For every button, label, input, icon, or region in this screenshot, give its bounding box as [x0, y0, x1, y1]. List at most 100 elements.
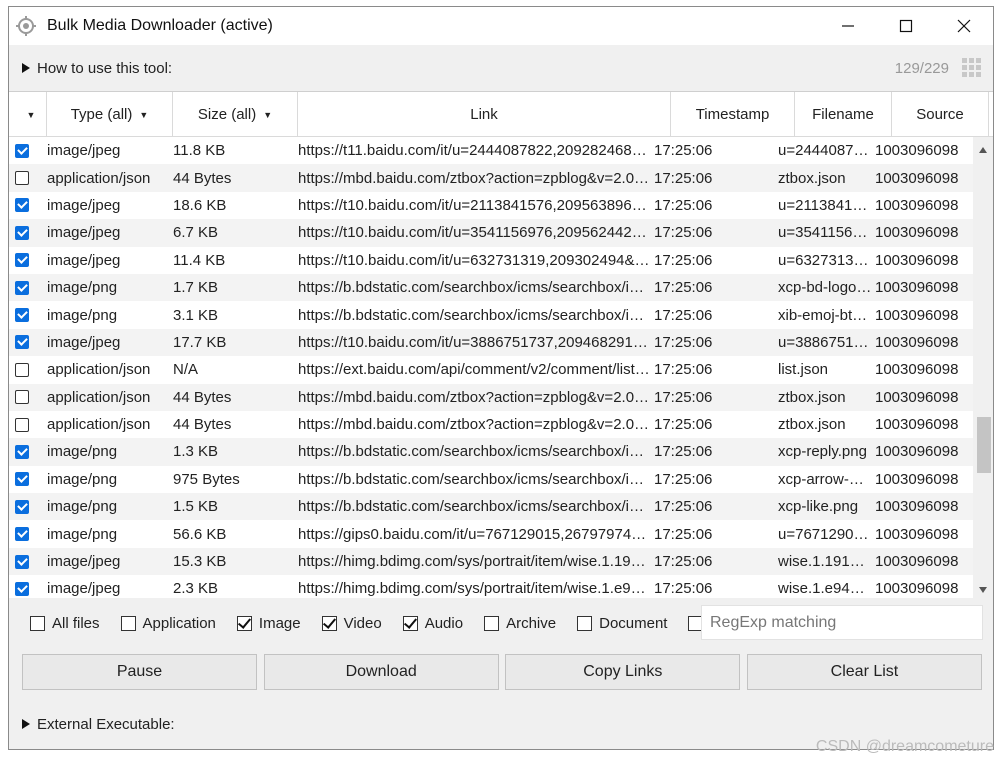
- row-checkbox[interactable]: [15, 417, 29, 432]
- column-header-type[interactable]: Type (all) ▼: [47, 92, 173, 137]
- row-checkbox-cell: [9, 417, 47, 432]
- title-bar[interactable]: Bulk Media Downloader (active): [9, 7, 993, 45]
- filter-checkbox[interactable]: [577, 615, 593, 631]
- cell-file: wise.1.191…: [778, 553, 865, 571]
- filter-all-files[interactable]: All files: [30, 615, 100, 632]
- scroll-down-icon[interactable]: [979, 587, 987, 593]
- column-header-select[interactable]: ▼: [9, 92, 47, 137]
- cell-source: 1003096098: [875, 251, 959, 269]
- column-header-label: Size (all): [197, 106, 257, 123]
- filter-checkbox[interactable]: [321, 615, 337, 631]
- filter-checkbox[interactable]: [484, 615, 500, 631]
- table-row[interactable]: image/jpeg 6.7 KB https://t10.baidu.com/it…: [9, 219, 973, 247]
- table-row[interactable]: image/png 1.5 KB https://b.bdstatic.com/se…: [9, 493, 973, 521]
- cell-file: xcp-like.png: [778, 498, 859, 516]
- pause-button[interactable]: Pause: [22, 654, 257, 690]
- column-header-source[interactable]: Source: [892, 92, 989, 137]
- row-checkbox[interactable]: [15, 581, 29, 596]
- scroll-thumb[interactable]: [977, 417, 991, 473]
- cell-time: 17:25:06: [654, 279, 713, 297]
- cell-file: u=2444087…: [778, 142, 869, 160]
- table-row[interactable]: application/json 44 Bytes https://mbd.baid…: [9, 164, 973, 192]
- filter-label: Archive: [506, 614, 557, 632]
- cell-type: application/json: [47, 388, 151, 406]
- cell-time: 17:25:06: [654, 251, 713, 269]
- table-row[interactable]: image/png 1.7 KB https://b.bdstatic.com/se…: [9, 273, 973, 302]
- type-filters: All files Application Image Video Audio Archi…: [9, 604, 993, 642]
- table-row[interactable]: image/jpeg 15.3 KB https://himg.bdimg.com/…: [9, 547, 973, 576]
- filter-image[interactable]: Image: [236, 615, 301, 632]
- cell-file: list.json: [778, 361, 829, 379]
- cell-size: 44 Bytes: [173, 169, 232, 187]
- table-row[interactable]: application/json 44 Bytes https://mbd.baid…: [9, 383, 973, 411]
- column-header-timestamp[interactable]: Timestamp: [671, 92, 795, 137]
- filter-document[interactable]: Document: [577, 615, 667, 632]
- close-button[interactable]: [935, 7, 993, 45]
- cell-source: 1003096098: [875, 553, 959, 571]
- row-checkbox[interactable]: [15, 390, 29, 405]
- cell-time: 17:25:06: [654, 196, 713, 214]
- window-title: Bulk Media Downloader (active): [47, 17, 273, 34]
- scroll-up-icon[interactable]: [979, 147, 987, 153]
- column-header-filename[interactable]: Filename: [795, 92, 892, 137]
- table-row[interactable]: image/jpeg 17.7 KB https://t10.baidu.com/i…: [9, 328, 973, 357]
- cell-link: https://t10.baidu.com/it/u=3886751737,20…: [298, 333, 648, 351]
- table-row[interactable]: image/png 1.3 KB https://b.bdstatic.com/se…: [9, 438, 973, 466]
- maximize-button[interactable]: [877, 7, 935, 45]
- row-checkbox[interactable]: [15, 499, 29, 514]
- column-header-label: Timestamp: [695, 106, 770, 123]
- row-checkbox[interactable]: [15, 362, 29, 377]
- filter-video[interactable]: Video: [321, 615, 382, 632]
- column-header-label: Filename: [812, 106, 874, 123]
- clear-list-button[interactable]: Clear List: [746, 654, 982, 690]
- column-header-label: Source: [916, 106, 964, 123]
- table-row[interactable]: image/png 56.6 KB https://gips0.baidu.com/…: [9, 520, 973, 548]
- filter-checkbox[interactable]: [402, 615, 418, 631]
- filter-archive[interactable]: Archive: [484, 615, 556, 632]
- table-row[interactable]: image/jpeg 11.4 KB https://t10.baidu.com/i…: [9, 246, 973, 274]
- table-row[interactable]: image/jpeg 18.6 KB https://t10.baidu.com/i…: [9, 191, 973, 220]
- row-checkbox[interactable]: [15, 171, 29, 186]
- filter-checkbox[interactable]: [236, 615, 252, 631]
- filter-audio[interactable]: Audio: [402, 615, 463, 632]
- copy-links-button[interactable]: Copy Links: [505, 654, 741, 690]
- close-icon: [957, 19, 971, 33]
- help-section[interactable]: How to use this tool: 129/229: [9, 45, 993, 91]
- row-checkbox[interactable]: [15, 198, 29, 213]
- row-checkbox[interactable]: [15, 308, 29, 323]
- cell-size: 56.6 KB: [173, 525, 227, 543]
- table-row[interactable]: image/png 975 Bytes https://b.bdstatic.com…: [9, 465, 973, 494]
- row-checkbox[interactable]: [15, 253, 29, 268]
- row-checkbox[interactable]: [15, 143, 29, 158]
- download-button[interactable]: Download: [263, 654, 499, 690]
- row-checkbox[interactable]: [15, 554, 29, 569]
- row-checkbox[interactable]: [15, 225, 29, 240]
- minimize-button[interactable]: [819, 7, 877, 45]
- cell-source: 1003096098: [875, 306, 959, 324]
- vertical-scrollbar[interactable]: [973, 137, 993, 598]
- regexp-input[interactable]: [701, 605, 983, 640]
- row-checkbox[interactable]: [15, 335, 29, 350]
- filter-checkbox[interactable]: [120, 615, 136, 631]
- table-row[interactable]: image/png 3.1 KB https://b.bdstatic.com/se…: [9, 301, 973, 329]
- external-executable-section[interactable]: External Executable:: [9, 707, 993, 741]
- row-checkbox-cell: [9, 472, 47, 487]
- row-checkbox[interactable]: [15, 444, 29, 459]
- cell-file: wise.1.e94…: [778, 580, 865, 598]
- row-checkbox[interactable]: [15, 472, 29, 487]
- cell-source: 1003096098: [875, 580, 959, 598]
- selection-counter: 129/229: [894, 59, 949, 77]
- table-row[interactable]: image/jpeg 2.3 KB https://himg.bdimg.com/s…: [9, 575, 973, 598]
- row-checkbox[interactable]: [15, 527, 29, 542]
- table-row[interactable]: image/jpeg 11.8 KB https://t11.baidu.com/i…: [9, 137, 973, 165]
- grid-menu-icon[interactable]: [962, 58, 982, 78]
- row-checkbox[interactable]: [15, 280, 29, 295]
- filter-checkbox[interactable]: [30, 615, 45, 631]
- table-row[interactable]: application/json N/A https://ext.baidu.com…: [9, 356, 973, 384]
- column-header-link[interactable]: Link: [298, 92, 671, 137]
- table-row[interactable]: application/json 44 Bytes https://mbd.baid…: [9, 410, 973, 439]
- cell-type: image/jpeg: [47, 553, 121, 571]
- column-header-size[interactable]: Size (all) ▼: [173, 92, 298, 137]
- cell-file: u=2113841…: [778, 196, 868, 214]
- filter-application[interactable]: Application: [120, 615, 216, 632]
